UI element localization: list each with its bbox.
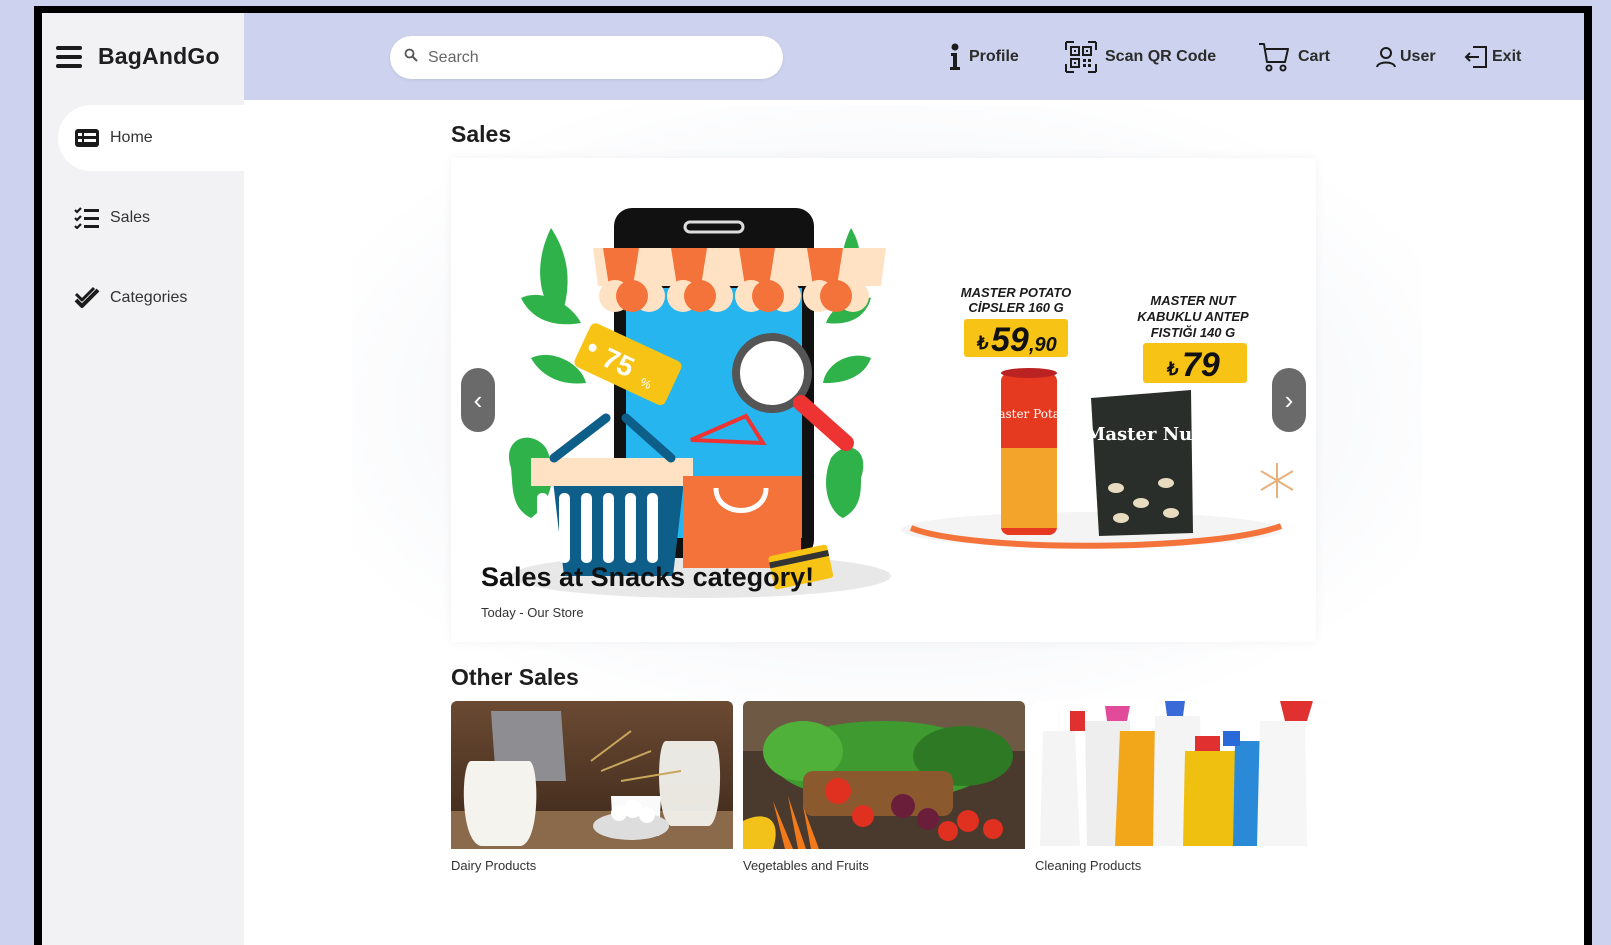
profile-button[interactable]: Profile bbox=[949, 39, 1019, 75]
scan-qr-label: Scan QR Code bbox=[1105, 48, 1217, 65]
cart-icon bbox=[1258, 42, 1290, 72]
card-dairy-products[interactable]: Dairy Products bbox=[451, 701, 733, 873]
cart-button[interactable]: Cart bbox=[1258, 39, 1330, 75]
app-window: BagAndGo Home Sales Categories Search Pr… bbox=[42, 13, 1584, 945]
user-button[interactable]: User bbox=[1376, 39, 1436, 75]
checklist-icon bbox=[74, 207, 100, 229]
double-check-icon bbox=[74, 286, 100, 309]
cleaning-image bbox=[1035, 701, 1317, 849]
scan-qr-button[interactable]: Scan QR Code bbox=[1065, 39, 1216, 75]
info-icon bbox=[949, 43, 961, 71]
exit-icon bbox=[1464, 45, 1488, 69]
profile-label: Profile bbox=[969, 48, 1019, 65]
exit-label: Exit bbox=[1492, 48, 1522, 65]
snowflake-icon bbox=[1260, 463, 1294, 498]
sidebar-item-sales[interactable]: Sales bbox=[42, 185, 244, 251]
exit-button[interactable]: Exit bbox=[1464, 39, 1521, 75]
search-bar[interactable] bbox=[390, 36, 783, 79]
sidebar-item-label: Sales bbox=[110, 209, 151, 226]
card-cleaning-products[interactable]: Cleaning Products bbox=[1035, 701, 1317, 873]
sales-section-title: Sales bbox=[451, 121, 512, 147]
search-input[interactable] bbox=[428, 48, 758, 67]
product-2-price: 79 bbox=[1182, 346, 1220, 384]
dairy-image bbox=[451, 701, 733, 849]
product-2-name-line1: MASTER NUT bbox=[1150, 293, 1236, 308]
card-label: Dairy Products bbox=[451, 858, 537, 873]
product-1-name-line2: CİPSLER 160 G bbox=[968, 300, 1063, 315]
carousel-prev-button[interactable]: ‹ bbox=[461, 368, 495, 432]
sidebar-item-label: Home bbox=[110, 129, 153, 146]
sidebar: BagAndGo Home Sales Categories bbox=[42, 13, 244, 945]
chevron-right-icon: › bbox=[1284, 384, 1294, 415]
sidebar-item-categories[interactable]: Categories bbox=[42, 265, 244, 331]
carousel-next-button[interactable]: › bbox=[1272, 368, 1306, 432]
product-2-name-line2: KABUKLU ANTEP bbox=[1137, 309, 1249, 324]
slide-subtitle: Today - Our Store bbox=[481, 605, 584, 620]
sidebar-nav: Home Sales Categories bbox=[42, 105, 244, 331]
top-bar: Profile Scan QR Code Cart User Exit bbox=[244, 13, 1584, 100]
hamburger-menu-icon[interactable] bbox=[56, 45, 82, 68]
sidebar-item-home[interactable]: Home bbox=[58, 105, 244, 171]
sidebar-item-label: Categories bbox=[110, 289, 188, 306]
product-1-package-text: Master Potato bbox=[986, 407, 1072, 421]
other-sales-cards: Dairy Products Vegetables and Fruits Cle… bbox=[451, 701, 1327, 873]
sales-carousel[interactable]: 75 % MASTER POTATO CİPSLER 160 G ₺ 59 ,9… bbox=[451, 158, 1316, 642]
brand: BagAndGo bbox=[56, 43, 220, 70]
card-vegetables-and-fruits[interactable]: Vegetables and Fruits bbox=[743, 701, 1025, 873]
chevron-left-icon: ‹ bbox=[473, 384, 483, 415]
app-name: BagAndGo bbox=[98, 43, 220, 69]
other-sales-title: Other Sales bbox=[451, 664, 579, 690]
slide-title: Sales at Snacks category! bbox=[481, 562, 815, 592]
product-2-currency: ₺ bbox=[1166, 359, 1179, 379]
product-1-name-line1: MASTER POTATO bbox=[961, 285, 1072, 300]
product-2-package-text: Master Nut bbox=[1085, 424, 1201, 445]
home-list-icon bbox=[74, 127, 100, 149]
product-1-price-cents: ,90 bbox=[1028, 334, 1057, 356]
product-2-name-line3: FISTIĞI 140 G bbox=[1151, 325, 1236, 340]
cart-label: Cart bbox=[1298, 48, 1331, 65]
user-icon bbox=[1376, 46, 1396, 68]
vegetables-image bbox=[743, 701, 1025, 849]
qr-code-icon bbox=[1065, 41, 1097, 73]
product-1-price: 59 bbox=[991, 321, 1029, 359]
user-label: User bbox=[1400, 48, 1436, 65]
product-1-currency: ₺ bbox=[976, 333, 989, 353]
search-icon bbox=[404, 48, 418, 67]
card-label: Vegetables and Fruits bbox=[743, 858, 869, 873]
card-label: Cleaning Products bbox=[1035, 858, 1142, 873]
